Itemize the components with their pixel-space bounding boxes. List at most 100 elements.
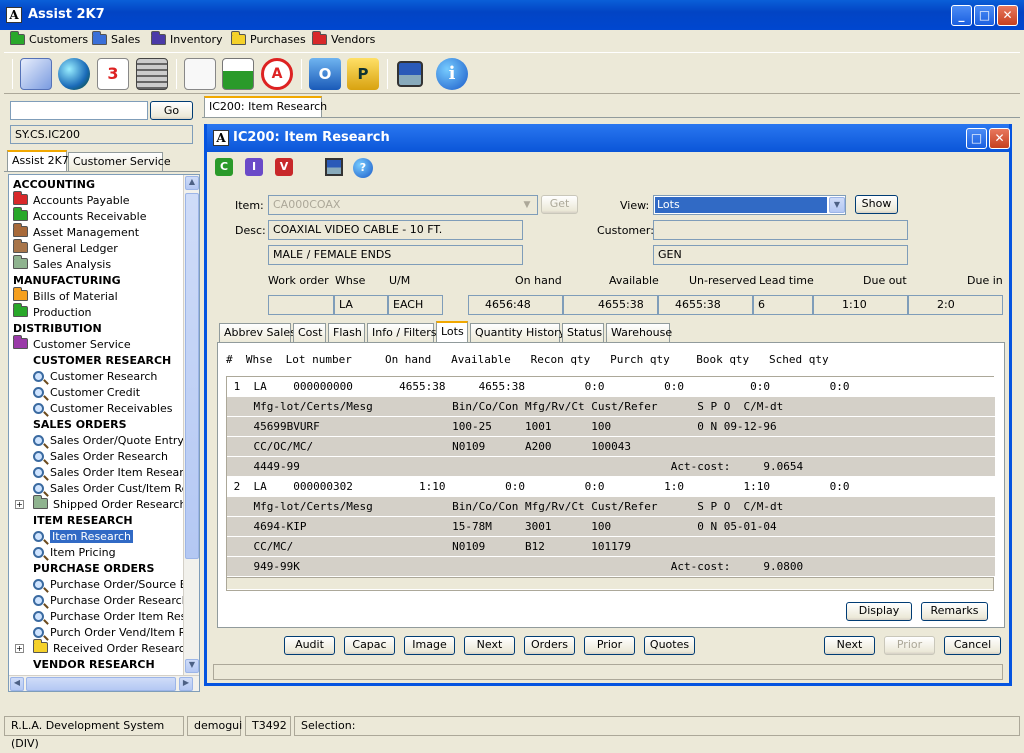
tree-item[interactable]: + Received Order Researche bbox=[15, 639, 199, 657]
prior-button[interactable]: Prior bbox=[584, 636, 635, 655]
image-button[interactable]: Image bbox=[404, 636, 455, 655]
minimize-button[interactable]: _ bbox=[951, 5, 972, 26]
scroll-right-button[interactable]: ▶ bbox=[179, 677, 193, 691]
tab-lots[interactable]: Lots bbox=[436, 321, 468, 342]
tree-item[interactable]: Bills of Material bbox=[13, 287, 118, 305]
maximize-button[interactable]: □ bbox=[974, 5, 995, 26]
scroll-up-button[interactable]: ▲ bbox=[185, 176, 199, 190]
tab-status[interactable]: Status bbox=[562, 323, 604, 342]
tree-item[interactable]: Purchase Order Research bbox=[33, 593, 189, 609]
document-icon[interactable] bbox=[184, 58, 216, 90]
tab-info-filters[interactable]: Info / Filters bbox=[367, 323, 437, 342]
quotes-button[interactable]: Quotes bbox=[644, 636, 695, 655]
tree-item[interactable]: Customer Credit bbox=[33, 385, 140, 401]
publisher-icon[interactable]: P bbox=[347, 58, 379, 90]
go-button[interactable]: Go bbox=[150, 101, 193, 120]
globe-icon[interactable] bbox=[58, 58, 90, 90]
menu-vendors[interactable]: Vendors bbox=[312, 31, 375, 46]
view-select[interactable]: Lots ▼ bbox=[653, 195, 846, 215]
view-dropdown-icon[interactable]: ▼ bbox=[829, 197, 845, 213]
lot-row[interactable]: 1 LA 000000000 4655:38 4655:38 0:0 0:0 0… bbox=[227, 377, 995, 397]
menu-search-input[interactable] bbox=[10, 101, 148, 120]
menu-customers[interactable]: Customers bbox=[10, 31, 88, 46]
form-image-icon[interactable] bbox=[325, 158, 343, 176]
remarks-button[interactable]: Remarks bbox=[921, 602, 988, 621]
item-dropdown-icon[interactable]: ▼ bbox=[519, 197, 535, 213]
info-icon[interactable]: i bbox=[436, 58, 468, 90]
tree-item[interactable]: Sales Order Item Research bbox=[33, 465, 197, 481]
tab-assist-2k7[interactable]: Assist 2K7 bbox=[7, 150, 69, 171]
menu-purchases[interactable]: Purchases bbox=[231, 31, 306, 46]
tree-item[interactable]: Purchase Order/Source Ent bbox=[33, 577, 198, 593]
grid-horizontal-scrollbar[interactable] bbox=[227, 577, 993, 589]
customer-field[interactable] bbox=[653, 220, 908, 240]
tree-item[interactable]: Sales Analysis bbox=[13, 255, 111, 273]
scroll-left-button[interactable]: ◀ bbox=[10, 677, 24, 691]
lot-detail-row[interactable]: 949-99K Act-cost: 9.0800 bbox=[227, 557, 995, 577]
spreadsheet-icon[interactable] bbox=[222, 58, 254, 90]
show-button[interactable]: Show bbox=[855, 195, 898, 214]
next-button[interactable]: Next bbox=[464, 636, 515, 655]
tree-item[interactable]: Asset Management bbox=[13, 223, 139, 241]
hscroll-thumb[interactable] bbox=[26, 677, 176, 691]
get-button[interactable]: Get bbox=[541, 195, 578, 214]
tree-item[interactable]: General Ledger bbox=[13, 239, 118, 257]
scroll-down-button[interactable]: ▼ bbox=[185, 659, 199, 673]
expand-icon[interactable]: + bbox=[15, 644, 24, 653]
tree-item[interactable]: Accounts Payable bbox=[13, 191, 130, 209]
tree-item[interactable]: Purchase Order Item Resea bbox=[33, 609, 199, 625]
tree-item[interactable]: Production bbox=[13, 303, 92, 321]
mail-icon[interactable] bbox=[20, 58, 52, 90]
tree-vertical-scrollbar[interactable]: ▲ ▼ bbox=[183, 175, 199, 675]
tree-item[interactable]: Purch Order Vend/Item Re: bbox=[33, 625, 196, 641]
capac-button[interactable]: Capac bbox=[344, 636, 395, 655]
customer-lookup-icon[interactable]: C bbox=[215, 158, 233, 176]
tab-quantity-history[interactable]: Quantity History bbox=[470, 323, 565, 342]
document-tab[interactable]: IC200: Item Research bbox=[204, 96, 327, 117]
calculator-icon[interactable] bbox=[136, 58, 168, 90]
tree-item[interactable]: Accounts Receivable bbox=[13, 207, 147, 225]
tab-warehouse[interactable]: Warehouse bbox=[606, 323, 672, 342]
lot-detail-row[interactable]: CC/OC/MC/ N0109 A200 100043 bbox=[227, 437, 995, 457]
tree-item[interactable]: Customer Service bbox=[13, 335, 131, 353]
form-maximize-button[interactable]: □ bbox=[966, 128, 987, 149]
tree-item[interactable]: Sales Order Cust/Item Res bbox=[33, 481, 194, 497]
lot-detail-row[interactable]: 4694-KIP 15-78M 3001 100 0 N 05-01-04 bbox=[227, 517, 995, 537]
tree-item[interactable]: Sales Order Research bbox=[33, 449, 168, 465]
tree-item[interactable]: Customer Receivables bbox=[33, 401, 173, 417]
cancel-button[interactable]: Cancel bbox=[944, 636, 1001, 655]
help-icon[interactable]: ? bbox=[353, 158, 373, 178]
tree-item[interactable]: + Shipped Order Researches bbox=[15, 495, 199, 513]
outlook-icon[interactable]: O bbox=[309, 58, 341, 90]
acrobat-icon[interactable]: A bbox=[261, 58, 293, 90]
lot-detail-row[interactable]: 4449-99 Act-cost: 9.0654 bbox=[227, 457, 995, 477]
lot-detail-row[interactable]: CC/MC/ N0109 B12 101179 bbox=[227, 537, 995, 557]
form-close-button[interactable]: ✕ bbox=[989, 128, 1010, 149]
tree-item[interactable]: Customer Research bbox=[33, 369, 157, 385]
app-title-bar[interactable]: A Assist 2K7 _ □ ✕ bbox=[0, 0, 1024, 30]
tab-customer-service[interactable]: Customer Service bbox=[68, 152, 171, 171]
scroll-thumb[interactable] bbox=[185, 193, 199, 559]
tab-cost[interactable]: Cost bbox=[293, 323, 326, 342]
close-button[interactable]: ✕ bbox=[997, 5, 1018, 26]
display-button[interactable]: Display bbox=[846, 602, 912, 621]
menu-inventory[interactable]: Inventory bbox=[151, 31, 223, 46]
vendor-lookup-icon[interactable]: V bbox=[275, 158, 293, 176]
lot-detail-row[interactable]: Mfg-lot/Certs/Mesg Bin/Co/Con Mfg/Rv/Ct … bbox=[227, 397, 995, 417]
image-icon[interactable] bbox=[397, 61, 423, 87]
next-button[interactable]: Next bbox=[824, 636, 875, 655]
lot-detail-row[interactable]: 45699BVURF 100-25 1001 100 0 N 09-12-96 bbox=[227, 417, 995, 437]
prior-button[interactable]: Prior bbox=[884, 636, 935, 655]
tree-item[interactable]: Item Research bbox=[33, 529, 133, 545]
orders-button[interactable]: Orders bbox=[524, 636, 575, 655]
item-lookup-icon[interactable]: I bbox=[245, 158, 263, 176]
expand-icon[interactable]: + bbox=[15, 500, 24, 509]
tree-horizontal-scrollbar[interactable]: ◀ ▶ bbox=[9, 675, 199, 691]
tree-item[interactable]: Sales Order/Quote Entry bbox=[33, 433, 184, 449]
tab-flash[interactable]: Flash bbox=[328, 323, 365, 342]
form-title-bar[interactable]: A IC200: Item Research □ ✕ bbox=[207, 124, 1010, 152]
tree-item[interactable]: Item Pricing bbox=[33, 545, 116, 561]
menu-sales[interactable]: Sales bbox=[92, 31, 140, 46]
item-field[interactable]: CA000COAX bbox=[268, 195, 538, 215]
tab-abbrev-sales[interactable]: Abbrev Sales bbox=[219, 323, 296, 342]
